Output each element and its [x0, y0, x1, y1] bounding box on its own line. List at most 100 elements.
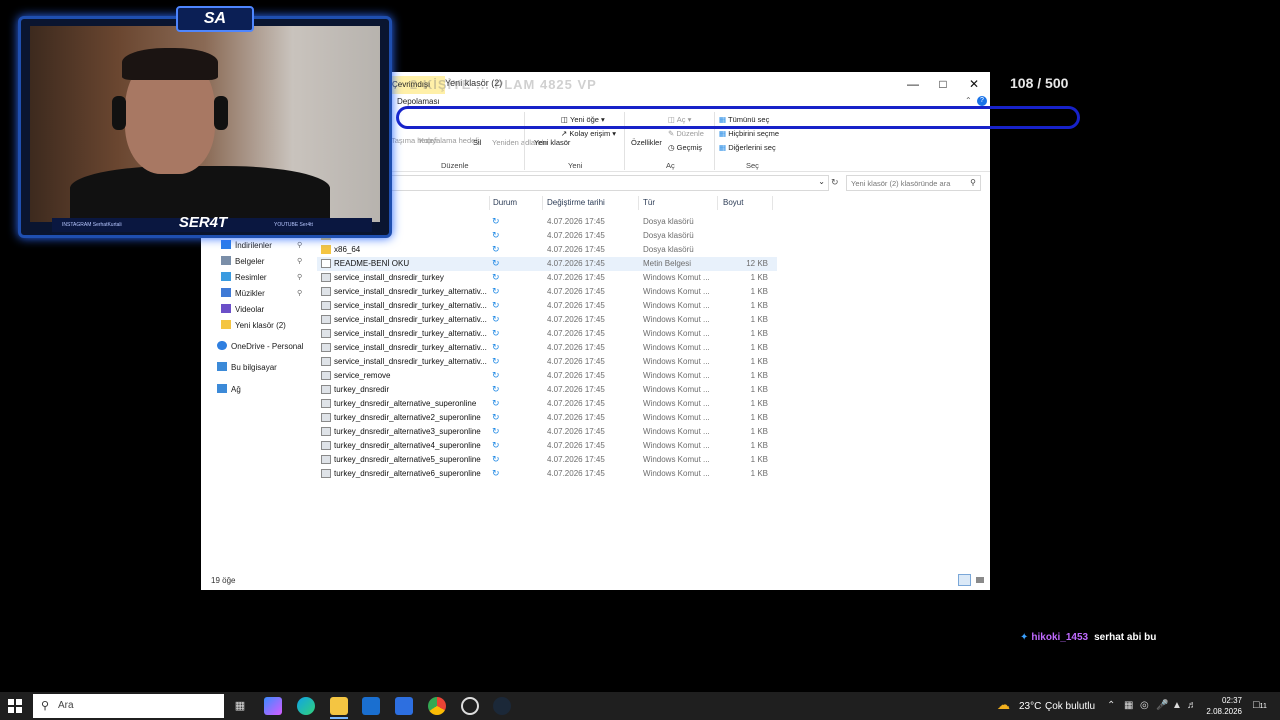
file-row[interactable]: README-BENİ OKU ↻ 4.07.2026 17:45 Metin Bel…: [317, 257, 777, 271]
steam-icon[interactable]: [493, 697, 511, 715]
nav-item-this-pc[interactable]: Bu bilgisayar: [217, 362, 277, 372]
file-size: 1 KB: [750, 455, 768, 464]
network-icon[interactable]: ▦: [1124, 700, 1133, 711]
weather-cloud-icon[interactable]: ☁: [997, 697, 1010, 713]
file-row[interactable]: turkey_dnsredir_alternative2_superonline…: [317, 411, 777, 425]
file-row[interactable]: turkey_dnsredir_alternative5_superonline…: [317, 453, 777, 467]
file-date: 4.07.2026 17:45: [547, 217, 605, 226]
help-icon[interactable]: ?: [977, 96, 987, 106]
file-name: service_install_dnsredir_turkey_alternat…: [334, 343, 487, 352]
ribbon-collapse-icon[interactable]: ⌃: [965, 96, 972, 105]
file-row[interactable]: service_install_dnsredir_turkey ↻ 4.07.202…: [317, 271, 777, 285]
nav-item-label: OneDrive - Personal: [231, 342, 304, 351]
nav-item-music[interactable]: Müzikler: [221, 288, 265, 298]
weather-description[interactable]: Çok bulutlu: [1045, 701, 1095, 712]
column-status[interactable]: Durum: [493, 198, 517, 207]
delete-button[interactable]: Sil: [473, 138, 481, 147]
clock-date[interactable]: 2.08.2026: [1202, 707, 1242, 716]
file-size: 1 KB: [750, 441, 768, 450]
properties-button[interactable]: Özellikler: [631, 138, 662, 147]
file-row[interactable]: x86_64 ↻ 4.07.2026 17:45 Dosya klasörü: [317, 243, 777, 257]
edge-icon[interactable]: [297, 697, 315, 715]
microphone-icon[interactable]: 🎤: [1156, 700, 1168, 711]
search-icon: ⚲: [970, 178, 976, 187]
details-view-button[interactable]: [958, 574, 971, 586]
large-icons-view-button[interactable]: [974, 574, 987, 586]
task-view-icon[interactable]: ▦: [231, 697, 249, 715]
outlook-icon[interactable]: [362, 697, 380, 715]
nav-item-documents[interactable]: Belgeler: [221, 256, 264, 266]
copy-to-button[interactable]: Kopyalama hedefi: [419, 136, 479, 145]
nav-item-pictures[interactable]: Resimler: [221, 272, 267, 282]
file-row[interactable]: service_install_dnsredir_turkey_alternat…: [317, 313, 777, 327]
edit-button[interactable]: ✎ Düzenle: [668, 129, 704, 138]
nav-item-label: Resimler: [235, 273, 267, 282]
file-size: 1 KB: [750, 427, 768, 436]
file-date: 4.07.2026 17:45: [547, 371, 605, 380]
sync-status-icon: ↻: [492, 468, 500, 478]
column-modified[interactable]: Değiştirme tarihi: [547, 198, 605, 207]
streamer-hair: [122, 48, 218, 80]
file-name: turkey_dnsredir_alternative_superonline: [334, 399, 477, 408]
file-row[interactable]: service_install_dnsredir_turkey_alternat…: [317, 327, 777, 341]
file-size: 1 KB: [750, 413, 768, 422]
column-size[interactable]: Boyut: [723, 198, 743, 207]
file-row[interactable]: turkey_dnsredir_alternative_superonline ↻…: [317, 397, 777, 411]
file-row[interactable]: service_install_dnsredir_turkey_alternat…: [317, 341, 777, 355]
file-row[interactable]: service_install_dnsredir_turkey_alternat…: [317, 355, 777, 369]
document-icon: [221, 256, 231, 265]
stream-overlay-outline: [396, 106, 1080, 129]
file-row[interactable]: turkey_dnsredir ↻ 4.07.2026 17:45 Windows K…: [317, 383, 777, 397]
volume-icon[interactable]: ♬: [1187, 700, 1197, 711]
close-button[interactable]: ✕: [959, 74, 989, 94]
file-size: 1 KB: [750, 287, 768, 296]
notification-icon[interactable]: □11: [1253, 699, 1267, 711]
copy-to-label: Kopyalama hedefi: [419, 136, 480, 145]
stream-overlay-text: 2 KİŞİYE ... PLAM 4825 VP: [410, 77, 597, 92]
file-date: 4.07.2026 17:45: [547, 455, 605, 464]
nav-item-videos[interactable]: Videolar: [221, 304, 264, 314]
new-folder-button[interactable]: Yeni klasör: [534, 138, 570, 147]
chevron-down-icon[interactable]: ⌄: [818, 177, 825, 186]
file-row[interactable]: service_remove ↻ 4.07.2026 17:45 Windows Ko…: [317, 369, 777, 383]
ribbon-tab-drive[interactable]: Depolaması: [397, 97, 440, 106]
file-explorer-icon[interactable]: [330, 697, 348, 715]
search-input[interactable]: Yeni klasör (2) klasöründe ara ⚲: [846, 175, 981, 191]
nav-item-label: Müzikler: [235, 289, 265, 298]
file-row[interactable]: turkey_dnsredir_alternative6_superonline…: [317, 467, 777, 481]
file-row[interactable]: turkey_dnsredir_alternative4_superonline…: [317, 439, 777, 453]
file-row[interactable]: service_install_dnsredir_turkey_alternat…: [317, 285, 777, 299]
file-type: Windows Komut ...: [643, 315, 710, 324]
windows-start-icon[interactable]: [8, 699, 22, 713]
active-app-indicator: [330, 717, 348, 719]
refresh-icon[interactable]: ↻: [831, 177, 839, 188]
store-icon[interactable]: [395, 697, 413, 715]
app-icon[interactable]: [461, 697, 479, 715]
nav-item-onedrive[interactable]: OneDrive - Personal: [217, 341, 303, 351]
maximize-button[interactable]: □: [928, 74, 958, 94]
column-type[interactable]: Tür: [643, 198, 655, 207]
clock-time[interactable]: 02:37: [1208, 696, 1242, 705]
chrome-icon[interactable]: [428, 697, 446, 715]
wifi-icon[interactable]: ▲: [1172, 700, 1182, 711]
file-row[interactable]: service_install_dnsredir_turkey_alternat…: [317, 299, 777, 313]
nav-item-new-folder-2[interactable]: Yeni klasör (2): [221, 320, 286, 330]
history-button[interactable]: ◷ Geçmiş: [668, 143, 702, 152]
webcam-overlay: SA INSTAGRAM SerhatKurtali YOUTUBE Ser4t…: [18, 6, 392, 238]
invert-selection-button[interactable]: ▦ Diğerlerini seç: [719, 143, 776, 152]
chevron-up-icon[interactable]: ⌃: [1107, 700, 1115, 711]
copilot-icon[interactable]: [264, 697, 282, 715]
text-file-icon: [321, 259, 331, 268]
column-divider: [638, 196, 639, 210]
select-none-button[interactable]: ▦ Hiçbirini seçme: [719, 129, 779, 138]
weather-temperature[interactable]: 23°C: [1019, 701, 1041, 712]
file-type: Windows Komut ...: [643, 357, 710, 366]
file-row[interactable]: turkey_dnsredir_alternative3_superonline…: [317, 425, 777, 439]
easy-access-button[interactable]: ↗ Kolay erişim ▾: [561, 129, 616, 138]
nav-item-downloads[interactable]: İndirilenler: [221, 240, 272, 250]
app-tray-icon[interactable]: ◎: [1140, 700, 1149, 711]
minimize-button[interactable]: —: [898, 74, 928, 94]
nav-item-network[interactable]: Ağ: [217, 384, 241, 394]
group-select-label: Seç: [746, 161, 759, 170]
taskbar-search[interactable]: ⚲ Ara: [33, 694, 224, 718]
